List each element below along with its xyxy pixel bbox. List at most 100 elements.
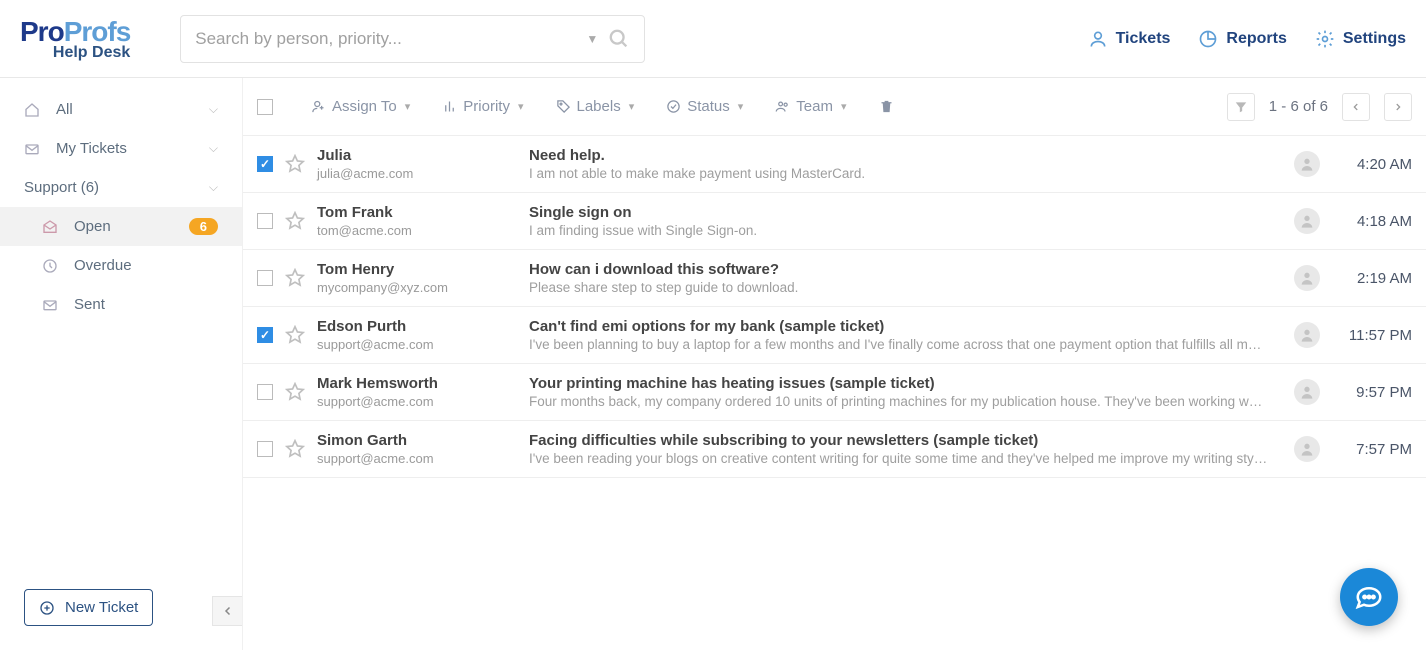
- sidebar-all-label: All: [56, 101, 73, 118]
- ticket-checkbox[interactable]: [257, 441, 273, 457]
- filter-icon: [1234, 100, 1248, 114]
- assignee-avatar[interactable]: [1294, 208, 1320, 234]
- ticket-row[interactable]: Simon Garth support@acme.com Facing diff…: [243, 421, 1426, 478]
- ticket-checkbox[interactable]: [257, 213, 273, 229]
- nav-tickets[interactable]: Tickets: [1088, 29, 1171, 49]
- star-icon[interactable]: [285, 325, 305, 345]
- ticket-subject: How can i download this software?: [529, 261, 1268, 278]
- assign-to-dropdown[interactable]: Assign To▾: [297, 92, 424, 121]
- ticket-sender-email: julia@acme.com: [317, 166, 517, 181]
- chat-bubble-button[interactable]: [1340, 568, 1398, 626]
- ticket-time: 2:19 AM: [1332, 270, 1412, 287]
- ticket-preview: I am finding issue with Single Sign-on.: [529, 223, 1268, 238]
- ticket-time: 9:57 PM: [1332, 384, 1412, 401]
- logo[interactable]: ProProfs Help Desk: [20, 16, 130, 62]
- new-ticket-label: New Ticket: [65, 599, 138, 616]
- user-icon: [1088, 29, 1108, 49]
- content-area: Assign To▾ Priority▾ Labels▾ Status▾ Tea…: [243, 78, 1426, 650]
- ticket-row[interactable]: Julia julia@acme.com Need help. I am not…: [243, 136, 1426, 193]
- home-icon: [24, 102, 44, 118]
- clock-icon: [42, 258, 62, 274]
- ticket-row[interactable]: Tom Frank tom@acme.com Single sign on I …: [243, 193, 1426, 250]
- logo-subtitle: Help Desk: [20, 44, 130, 62]
- chat-icon: [1354, 582, 1384, 612]
- logo-part1: Pro: [20, 16, 64, 47]
- pager-next-button[interactable]: [1384, 93, 1412, 121]
- ticket-preview: Please share step to step guide to downl…: [529, 280, 1268, 295]
- ticket-time: 7:57 PM: [1332, 441, 1412, 458]
- ticket-checkbox[interactable]: [257, 384, 273, 400]
- chevron-down-icon: ⌵: [209, 141, 218, 156]
- team-label: Team: [796, 98, 833, 115]
- ticket-checkbox[interactable]: [257, 156, 273, 172]
- caret-down-icon: ▾: [841, 100, 847, 113]
- team-dropdown[interactable]: Team ▾: [761, 92, 860, 121]
- labels-dropdown[interactable]: Labels▾: [542, 92, 649, 121]
- status-dropdown[interactable]: Status▾: [652, 92, 757, 121]
- new-ticket-button[interactable]: New Ticket: [24, 589, 153, 626]
- priority-label: Priority: [463, 98, 510, 115]
- pager-prev-button[interactable]: [1342, 93, 1370, 121]
- filter-button[interactable]: [1227, 93, 1255, 121]
- star-icon[interactable]: [285, 268, 305, 288]
- pager-info: 1 - 6 of 6: [1269, 98, 1328, 115]
- priority-icon: [442, 99, 457, 114]
- search-box[interactable]: ▼: [180, 15, 645, 63]
- gear-icon: [1315, 29, 1335, 49]
- chevron-down-icon: ⌵: [209, 102, 218, 117]
- search-input[interactable]: [195, 29, 586, 49]
- ticket-sender-name: Simon Garth: [317, 432, 517, 449]
- sidebar-item-support[interactable]: Support (6) ⌵: [0, 168, 242, 207]
- ticket-preview: Four months back, my company ordered 10 …: [529, 394, 1268, 409]
- top-header: ProProfs Help Desk ▼ Tickets Reports Set…: [0, 0, 1426, 78]
- ticket-sender-name: Mark Hemsworth: [317, 375, 517, 392]
- ticket-row[interactable]: Tom Henry mycompany@xyz.com How can i do…: [243, 250, 1426, 307]
- ticket-checkbox[interactable]: [257, 270, 273, 286]
- sidebar-overdue-label: Overdue: [74, 257, 132, 274]
- star-icon[interactable]: [285, 439, 305, 459]
- sidebar-item-all[interactable]: All ⌵: [0, 90, 242, 129]
- chevron-right-icon: [1393, 102, 1403, 112]
- collapse-sidebar-button[interactable]: [212, 596, 242, 626]
- nav-reports[interactable]: Reports: [1198, 29, 1286, 49]
- sidebar-open-label: Open: [74, 218, 111, 235]
- ticket-row[interactable]: Edson Purth support@acme.com Can't find …: [243, 307, 1426, 364]
- trash-icon: [879, 99, 894, 114]
- labels-label: Labels: [577, 98, 621, 115]
- caret-down-icon: ▾: [738, 100, 744, 113]
- priority-dropdown[interactable]: Priority▾: [428, 92, 537, 121]
- assignee-avatar[interactable]: [1294, 265, 1320, 291]
- sent-icon: [42, 297, 62, 313]
- sidebar-item-overdue[interactable]: Overdue: [0, 246, 242, 285]
- assign-icon: [311, 99, 326, 114]
- ticket-subject: Facing difficulties while subscribing to…: [529, 432, 1268, 449]
- ticket-row[interactable]: Mark Hemsworth support@acme.com Your pri…: [243, 364, 1426, 421]
- assignee-avatar[interactable]: [1294, 436, 1320, 462]
- select-all-checkbox[interactable]: [257, 99, 273, 115]
- ticket-time: 4:18 AM: [1332, 213, 1412, 230]
- search-dropdown-caret-icon[interactable]: ▼: [586, 32, 598, 46]
- chevron-down-icon: ⌵: [209, 180, 218, 195]
- ticket-sender-email: support@acme.com: [317, 337, 517, 352]
- search-icon[interactable]: [608, 28, 630, 50]
- nav-settings[interactable]: Settings: [1315, 29, 1406, 49]
- sidebar-item-sent[interactable]: Sent: [0, 285, 242, 324]
- star-icon[interactable]: [285, 382, 305, 402]
- ticket-checkbox[interactable]: [257, 327, 273, 343]
- star-icon[interactable]: [285, 211, 305, 231]
- sidebar-item-mytickets[interactable]: My Tickets ⌵: [0, 129, 242, 168]
- open-count-badge: 6: [189, 218, 218, 235]
- star-icon[interactable]: [285, 154, 305, 174]
- sidebar-item-open[interactable]: Open 6: [0, 207, 242, 246]
- delete-button[interactable]: [865, 93, 908, 120]
- team-icon: [775, 99, 790, 114]
- ticket-sender-email: tom@acme.com: [317, 223, 517, 238]
- ticket-subject: Need help.: [529, 147, 1268, 164]
- assignee-avatar[interactable]: [1294, 151, 1320, 177]
- assignee-avatar[interactable]: [1294, 322, 1320, 348]
- sidebar: All ⌵ My Tickets ⌵ Support (6) ⌵ Open 6 …: [0, 78, 243, 650]
- ticket-sender-name: Edson Purth: [317, 318, 517, 335]
- chevron-left-icon: [1351, 102, 1361, 112]
- assign-label: Assign To: [332, 98, 397, 115]
- assignee-avatar[interactable]: [1294, 379, 1320, 405]
